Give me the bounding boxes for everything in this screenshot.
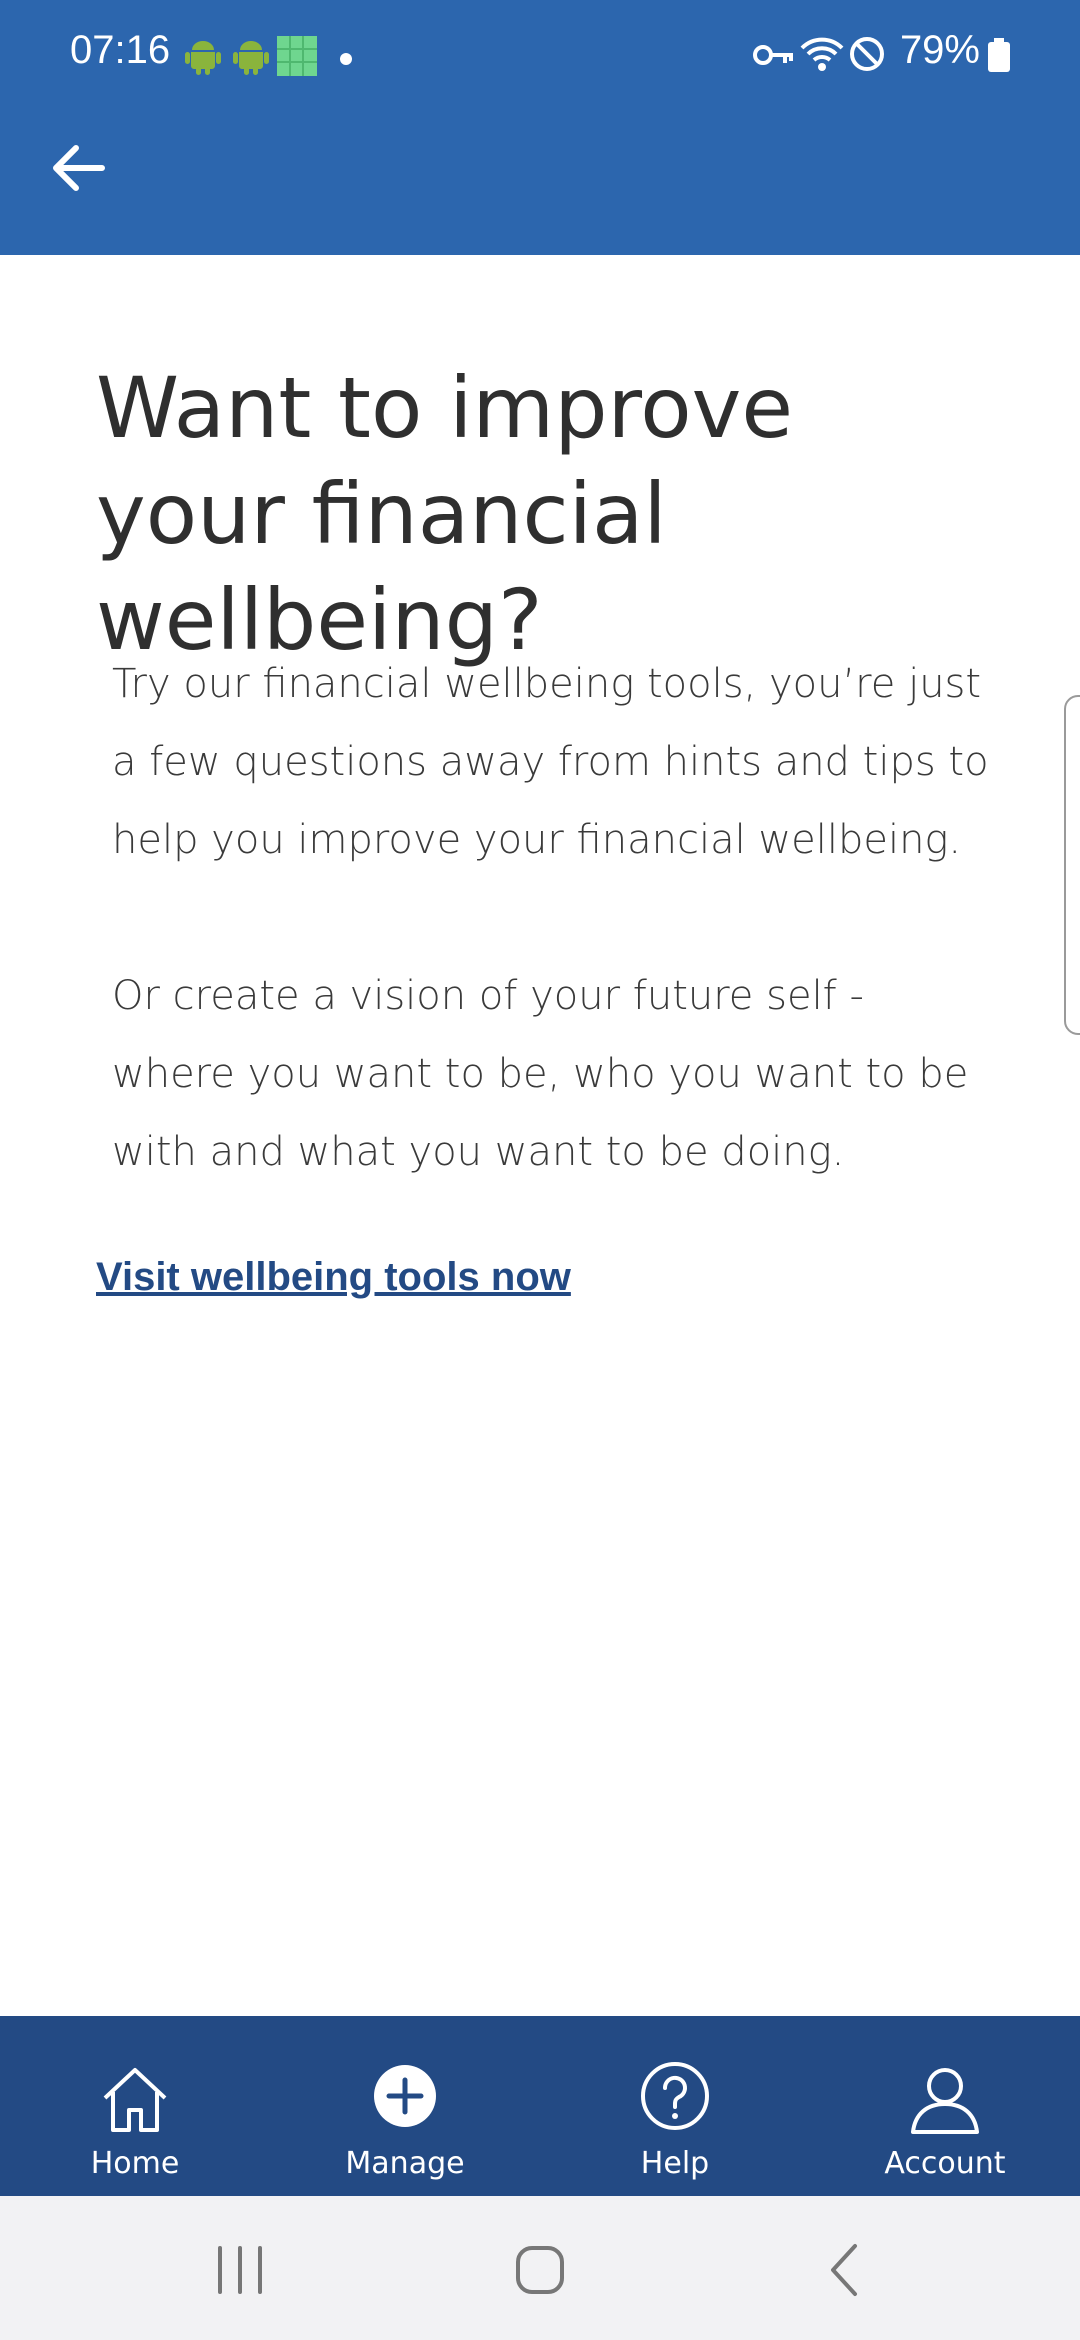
- vpn-key-icon: [753, 45, 793, 65]
- recent-apps-icon: [218, 2246, 262, 2294]
- wifi-icon: [800, 37, 844, 71]
- nav-label-manage: Manage: [345, 2146, 465, 2181]
- plus-circle-icon: [374, 2065, 436, 2127]
- home-circle-icon: [516, 2246, 564, 2294]
- back-button[interactable]: [40, 130, 116, 206]
- nav-item-manage[interactable]: Manage: [270, 2016, 540, 2196]
- visit-wellbeing-tools-link[interactable]: Visit wellbeing tools now: [96, 1255, 571, 1300]
- status-bar: 07:16 79%: [0, 0, 1080, 110]
- arrow-left-icon: [53, 145, 105, 191]
- help-circle-icon: [641, 2062, 709, 2130]
- system-navigation-bar: [0, 2196, 1080, 2340]
- dot-icon: [340, 50, 352, 69]
- intro-paragraph: Try our financial wellbeing tools, you’r…: [112, 661, 989, 863]
- page-title: Want to improve your financial wellbeing…: [96, 359, 794, 669]
- nav-label-help: Help: [640, 2146, 710, 2181]
- bottom-navigation: Home Manage Help Account: [0, 2016, 1080, 2196]
- do-not-disturb-icon: [850, 37, 884, 71]
- app-icon: [277, 36, 317, 80]
- status-time: 07:16: [70, 28, 171, 72]
- account-icon: [911, 2068, 979, 2134]
- app-header: 07:16 79%: [0, 0, 1080, 255]
- home-system-button[interactable]: [500, 2230, 580, 2310]
- vision-paragraph: Or create a vision of your future self -…: [112, 973, 969, 1175]
- battery-icon: [988, 38, 1010, 72]
- back-chevron-icon: [831, 2244, 857, 2296]
- nav-item-home[interactable]: Home: [0, 2016, 270, 2196]
- android-icon: [233, 36, 269, 80]
- battery-percentage: 79%: [899, 28, 980, 72]
- side-tab-handle[interactable]: [1064, 695, 1080, 1035]
- back-system-button[interactable]: [805, 2230, 885, 2310]
- nav-label-home: Home: [90, 2146, 180, 2181]
- home-icon: [103, 2068, 167, 2132]
- nav-label-account: Account: [884, 2146, 1006, 2181]
- nav-item-account[interactable]: Account: [810, 2016, 1080, 2196]
- recent-apps-button[interactable]: [200, 2230, 280, 2310]
- nav-item-help[interactable]: Help: [540, 2016, 810, 2196]
- android-icon: [185, 36, 221, 80]
